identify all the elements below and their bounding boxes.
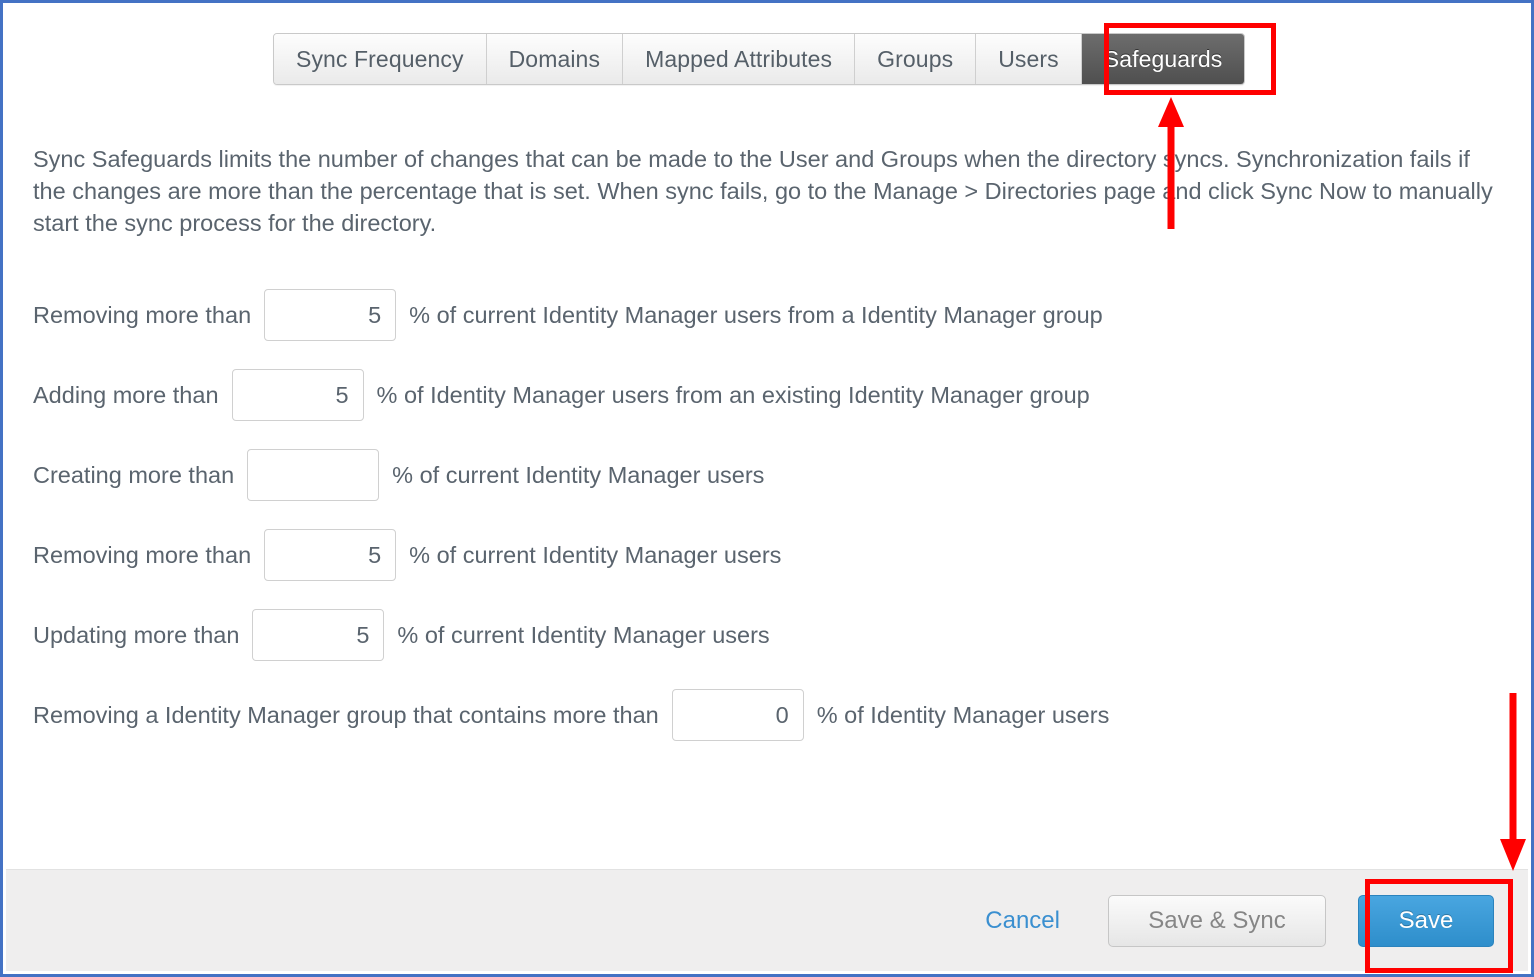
save-button[interactable]: Save <box>1358 894 1494 947</box>
tab-groups[interactable]: Groups <box>855 34 977 84</box>
row-suffix: % of Identity Manager users <box>816 701 1110 728</box>
tab-safeguards[interactable]: Safeguards <box>1081 34 1245 84</box>
page-description: Sync Safeguards limits the number of cha… <box>33 146 1493 236</box>
tab-sync-frequency[interactable]: Sync Frequency <box>274 34 487 84</box>
row-label: Creating more than <box>33 461 235 488</box>
tab-label: Mapped Attributes <box>645 45 833 72</box>
adding-users-to-group-input[interactable] <box>231 369 364 421</box>
tab-domains[interactable]: Domains <box>486 34 624 84</box>
tab-label: Groups <box>877 45 954 72</box>
tab-bar: Sync Frequency Domains Mapped Attributes… <box>273 33 1246 85</box>
safeguard-row-updating-users: Updating more than % of current Identity… <box>33 606 1483 664</box>
dialog-footer: Cancel Save & Sync Save <box>6 869 1528 971</box>
removing-users-input[interactable] <box>264 529 397 581</box>
row-suffix: % of current Identity Manager users <box>409 541 782 568</box>
row-label: Adding more than <box>33 381 219 408</box>
removing-users-from-group-input[interactable] <box>264 289 397 341</box>
row-suffix: % of Identity Manager users from an exis… <box>376 381 1090 408</box>
row-suffix: % of current Identity Manager users <box>392 461 765 488</box>
safeguard-row-removing-users-from-group: Removing more than % of current Identity… <box>33 286 1483 344</box>
creating-users-input[interactable] <box>247 449 380 501</box>
annotation-arrow-down-icon <box>1500 693 1526 871</box>
row-label: Removing a Identity Manager group that c… <box>33 701 659 728</box>
row-suffix: % of current Identity Manager users <box>397 621 770 648</box>
row-label: Updating more than <box>33 621 240 648</box>
row-label: Removing more than <box>33 301 252 328</box>
safeguard-row-creating-users: Creating more than % of current Identity… <box>33 446 1483 504</box>
tab-label: Safeguards <box>1103 45 1223 72</box>
updating-users-input[interactable] <box>252 609 385 661</box>
tab-label: Sync Frequency <box>296 45 464 72</box>
tab-label: Users <box>998 45 1059 72</box>
save-and-sync-button[interactable]: Save & Sync <box>1108 894 1326 947</box>
removing-group-input[interactable] <box>671 689 804 741</box>
safeguard-row-adding-users-to-group: Adding more than % of Identity Manager u… <box>33 366 1483 424</box>
row-suffix: % of current Identity Manager users from… <box>409 301 1103 328</box>
button-label: Save & Sync <box>1148 906 1286 934</box>
row-label: Removing more than <box>33 541 252 568</box>
safeguard-row-removing-group: Removing a Identity Manager group that c… <box>33 686 1483 744</box>
safeguard-row-removing-users: Removing more than % of current Identity… <box>33 526 1483 584</box>
cancel-button[interactable]: Cancel <box>985 907 1060 935</box>
tab-users[interactable]: Users <box>976 34 1082 84</box>
dialog-window: Sync Frequency Domains Mapped Attributes… <box>0 0 1534 977</box>
button-label: Save <box>1398 906 1454 934</box>
tab-mapped-attributes[interactable]: Mapped Attributes <box>623 34 856 84</box>
safeguards-form: Removing more than % of current Identity… <box>33 286 1483 766</box>
tab-label: Domains <box>508 45 601 72</box>
